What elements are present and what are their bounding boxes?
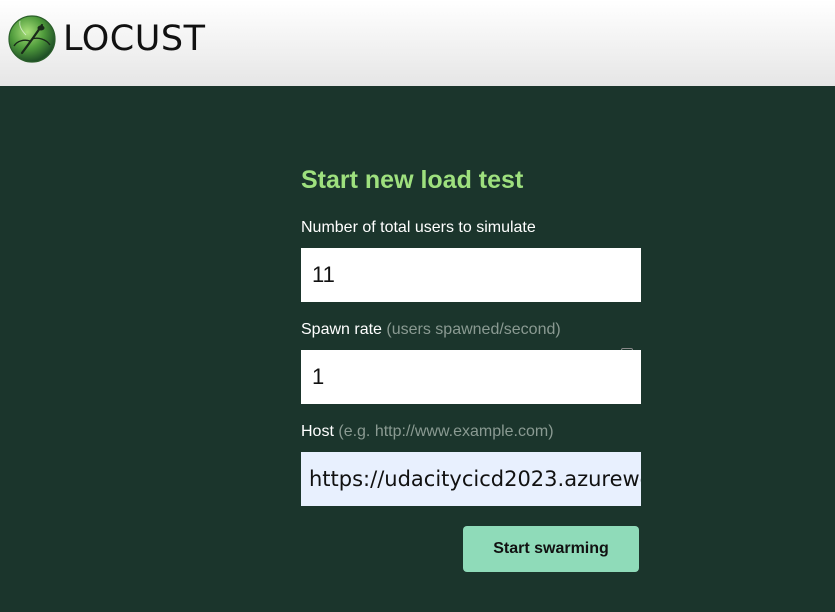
users-label: Number of total users to simulate xyxy=(301,219,536,237)
logo-wordmark: LOCUST xyxy=(63,19,206,59)
host-input[interactable] xyxy=(301,452,641,506)
spawn-rate-input[interactable] xyxy=(301,350,641,404)
form-title: Start new load test xyxy=(301,166,524,194)
top-header: LOCUST xyxy=(0,0,835,86)
host-label-text: Host xyxy=(301,423,334,440)
host-label: Host (e.g. http://www.example.com) xyxy=(301,423,554,441)
users-label-text: Number of total users to simulate xyxy=(301,219,536,236)
host-hint: (e.g. http://www.example.com) xyxy=(338,423,554,440)
locust-logo-icon xyxy=(8,15,56,63)
start-swarming-button[interactable]: Start swarming xyxy=(463,526,639,572)
main-panel: Start new load test Number of total user… xyxy=(0,86,835,612)
user-count-input[interactable] xyxy=(301,248,641,302)
spawn-rate-label: Spawn rate (users spawned/second) xyxy=(301,321,561,339)
spawn-rate-label-text: Spawn rate xyxy=(301,321,382,338)
spawn-rate-hint: (users spawned/second) xyxy=(386,321,561,338)
